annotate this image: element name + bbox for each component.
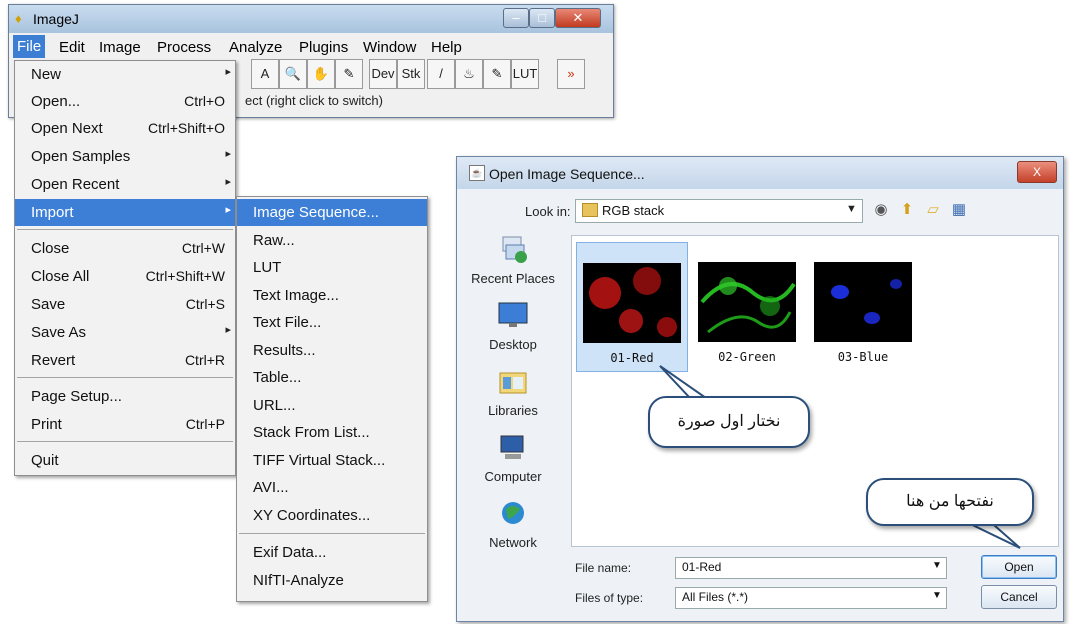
callout-choose-first-image: نختار اول صورة bbox=[648, 396, 810, 448]
callout-open-here: نفتحها من هنا bbox=[866, 478, 1034, 526]
callout-pointer-choose bbox=[659, 365, 710, 399]
callout-pointers bbox=[659, 365, 1021, 549]
